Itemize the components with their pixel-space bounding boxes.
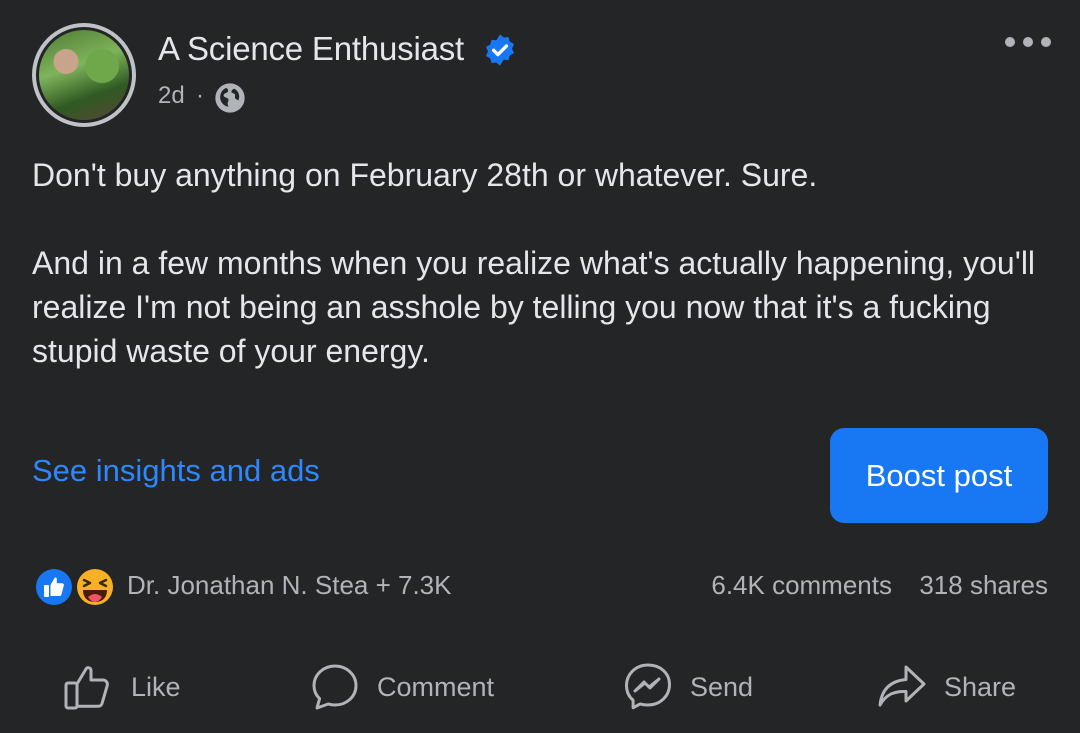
share-button[interactable]: Share <box>876 658 1016 716</box>
send-button[interactable]: Send <box>622 658 753 716</box>
shares-count[interactable]: 318 shares <box>919 570 1048 601</box>
like-label: Like <box>131 671 181 702</box>
post-text: Don't buy anything on February 28th or w… <box>32 157 1036 369</box>
more-options-icon[interactable] <box>1002 30 1054 54</box>
comment-button[interactable]: Comment <box>309 658 494 716</box>
see-insights-link[interactable]: See insights and ads <box>32 453 320 489</box>
avatar-photo <box>36 27 132 123</box>
messenger-icon <box>625 663 671 710</box>
comment-bubble-icon <box>312 664 358 710</box>
boost-post-button[interactable]: Boost post <box>830 428 1048 523</box>
globe-icon <box>215 83 245 113</box>
thumbs-up-icon <box>64 666 109 710</box>
send-label: Send <box>690 671 754 702</box>
reaction-icons[interactable] <box>32 565 122 609</box>
like-reaction-icon <box>34 567 74 607</box>
share-label: Share <box>944 671 1017 702</box>
reactors-summary[interactable]: Dr. Jonathan N. Stea + 7.3K <box>127 570 451 601</box>
author-name[interactable]: A Science Enthusiast <box>158 30 464 68</box>
post-timestamp[interactable]: 2d <box>158 82 185 110</box>
comment-label: Comment <box>377 671 495 702</box>
like-button[interactable]: Like <box>63 658 181 716</box>
author-avatar[interactable] <box>32 23 136 127</box>
share-arrow-icon <box>878 665 926 707</box>
verified-badge-icon <box>485 34 515 66</box>
comments-count[interactable]: 6.4K comments <box>711 570 892 601</box>
meta-separator: · <box>196 82 204 109</box>
haha-reaction-icon <box>75 567 115 607</box>
